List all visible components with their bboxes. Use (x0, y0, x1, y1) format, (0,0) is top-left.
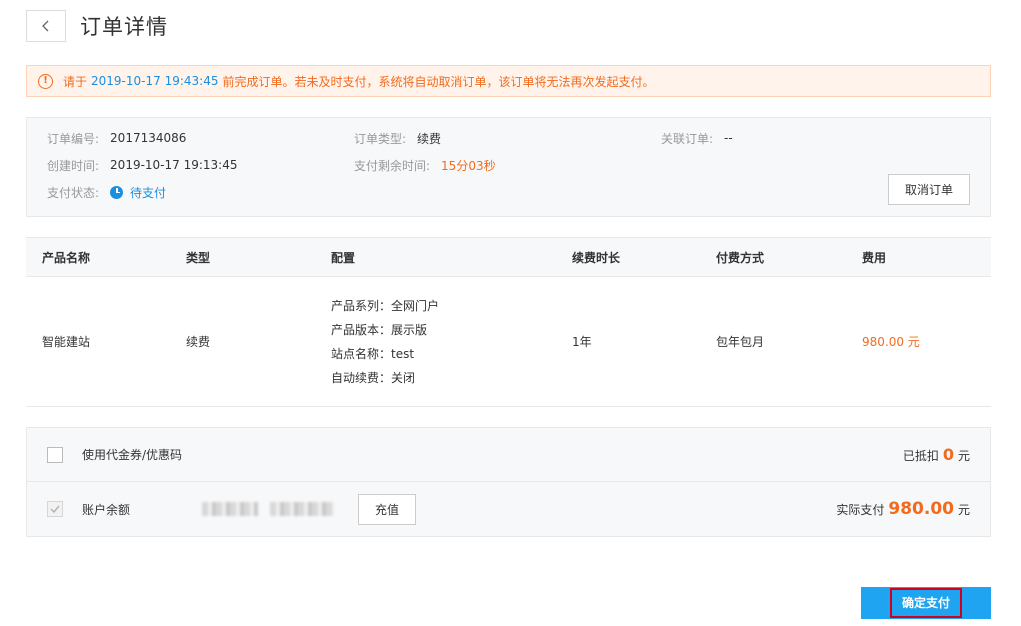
related-order-label: 关联订单: (661, 131, 714, 146)
payment-panel: 使用代金券/优惠码 已抵扣 0 元 账户余额 充值 实际支付 980.00 元 (26, 427, 991, 537)
order-number-value: 2017134086 (110, 131, 187, 145)
chevron-left-icon (42, 20, 49, 32)
notice-prefix: 请于 (63, 74, 88, 89)
remaining-time-label: 支付剩余时间: (354, 158, 431, 173)
coupon-row: 使用代金券/优惠码 已抵扣 0 元 (27, 428, 990, 482)
cell-duration: 1年 (572, 335, 592, 349)
payment-status-value: 待支付 (110, 184, 166, 201)
recharge-button[interactable]: 充值 (358, 493, 416, 525)
created-time-row: 创建时间: 2019-10-17 19:13:45 (47, 156, 238, 174)
actual-payment: 实际支付 980.00 元 (836, 499, 970, 519)
deducted-amount: 已抵扣 0 元 (903, 445, 970, 464)
header-duration: 续费时长 (572, 250, 621, 265)
created-time-label: 创建时间: (47, 158, 100, 173)
coupon-checkbox[interactable] (47, 446, 63, 463)
balance-row: 账户余额 充值 实际支付 980.00 元 (27, 482, 990, 536)
confirm-payment-label: 确定支付 (889, 588, 962, 618)
actual-payment-label: 实际支付 (836, 503, 885, 517)
payment-status-row: 支付状态: 待支付 (47, 183, 166, 201)
created-time-value: 2019-10-17 19:13:45 (110, 158, 238, 172)
deducted-unit: 元 (957, 449, 970, 463)
page-header: 订单详情 (26, 10, 168, 42)
cell-fee: 980.00 元 (862, 335, 920, 349)
payment-deadline-notice: ! 请于 2019-10-17 19:43:45 前完成订单。若未及时支付，系统… (26, 65, 991, 97)
masked-block (270, 502, 334, 516)
page-title: 订单详情 (80, 15, 168, 39)
config-series: 产品系列：全网门户 (331, 298, 440, 313)
payment-status-label: 支付状态: (47, 185, 100, 200)
actual-payment-value: 980.00 (888, 499, 954, 519)
header-config: 配置 (331, 250, 356, 265)
check-icon (50, 505, 60, 513)
balance-checkbox[interactable] (47, 501, 63, 517)
cell-product-name: 智能建站 (42, 335, 91, 349)
cell-config: 产品系列：全网门户 产品版本：展示版 站点名称：test 自动续费：关闭 (331, 298, 439, 386)
config-auto-renew: 自动续费：关闭 (331, 370, 416, 385)
notice-suffix: 前完成订单。若未及时支付，系统将自动取消订单，该订单将无法再次发起支付。 (222, 74, 655, 89)
config-version: 产品版本：展示版 (331, 322, 428, 337)
table-row: 智能建站 续费 产品系列：全网门户 产品版本：展示版 站点名称：test 自动续… (26, 277, 991, 407)
order-info-panel: 订单编号: 2017134086 创建时间: 2019-10-17 19:13:… (26, 117, 991, 217)
header-fee: 费用 (862, 250, 887, 265)
header-type: 类型 (186, 250, 211, 265)
order-type-label: 订单类型: (354, 131, 407, 146)
remaining-time-row: 支付剩余时间: 15分03秒 (354, 156, 496, 174)
cell-billing: 包年包月 (716, 335, 765, 349)
config-site-name: 站点名称：test (331, 346, 415, 361)
header-product-name: 产品名称 (42, 250, 91, 265)
clock-icon (110, 185, 124, 199)
order-number-row: 订单编号: 2017134086 (47, 129, 186, 147)
order-number-label: 订单编号: (47, 131, 100, 146)
deducted-label: 已抵扣 (902, 449, 939, 463)
actual-payment-unit: 元 (957, 503, 970, 517)
warning-icon: ! (38, 73, 53, 89)
cancel-order-button[interactable]: 取消订单 (888, 174, 970, 205)
deducted-value: 0 (942, 445, 954, 464)
remaining-time-value: 15分03秒 (441, 158, 496, 173)
table-header: 产品名称 类型 配置 续费时长 付费方式 费用 (26, 237, 991, 277)
header-billing: 付费方式 (716, 250, 765, 265)
balance-label: 账户余额 (82, 502, 131, 517)
related-order-row: 关联订单: -- (661, 129, 733, 147)
cell-type: 续费 (186, 335, 211, 349)
confirm-payment-button[interactable]: 确定支付 (861, 587, 991, 619)
payment-status-text: 待支付 (130, 185, 167, 200)
coupon-label: 使用代金券/优惠码 (82, 448, 183, 462)
notice-deadline: 2019-10-17 19:43:45 (91, 74, 219, 88)
back-button[interactable] (26, 10, 66, 42)
order-items-table: 产品名称 类型 配置 续费时长 付费方式 费用 智能建站 续费 产品系列：全网门… (26, 237, 991, 407)
masked-balance-value (202, 502, 334, 516)
related-order-value: -- (724, 131, 733, 145)
masked-block (202, 502, 258, 516)
order-type-value: 续费 (417, 131, 442, 146)
order-type-row: 订单类型: 续费 (354, 129, 441, 147)
